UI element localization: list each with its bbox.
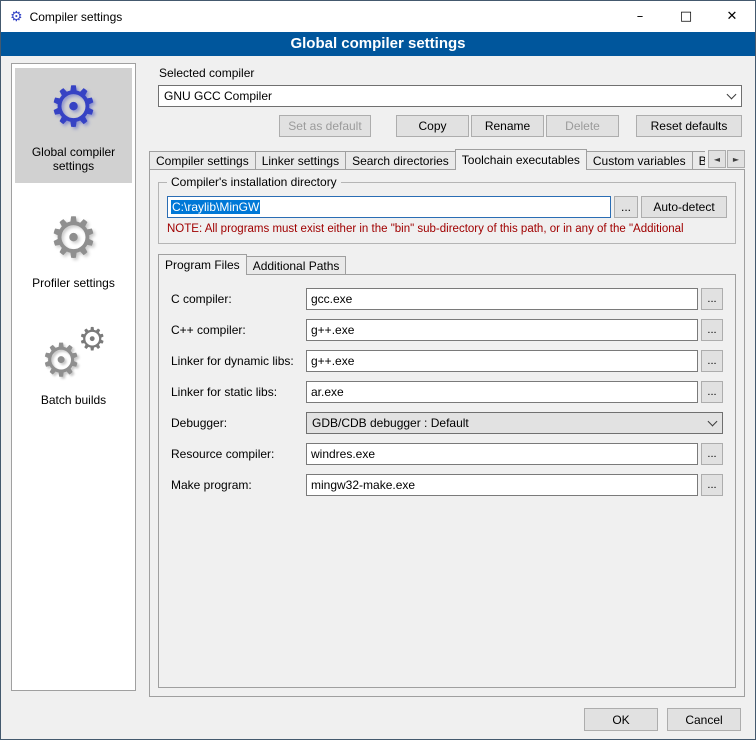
resource-compiler-row: Resource compiler: ... xyxy=(171,443,723,465)
sidebar-item-global-compiler-settings[interactable]: ⚙ Global compiler settings xyxy=(15,68,132,183)
chevron-down-icon xyxy=(708,416,718,426)
copy-button[interactable]: Copy xyxy=(396,115,469,137)
maximize-button[interactable]: □ xyxy=(663,1,709,32)
tab-build-options[interactable]: Buil xyxy=(692,151,705,170)
group-title: Compiler's installation directory xyxy=(167,175,341,189)
tab-bar: Compiler settings Linker settings Search… xyxy=(149,149,745,170)
tab-strip: Compiler settings Linker settings Search… xyxy=(149,149,705,170)
cpp-compiler-browse-button[interactable]: ... xyxy=(701,319,723,341)
global-compiler-gear-icon: ⚙ xyxy=(48,76,98,140)
field-label: Debugger: xyxy=(171,416,306,430)
field-label: Linker for dynamic libs: xyxy=(171,354,306,368)
set-as-default-button[interactable]: Set as default xyxy=(279,115,371,137)
debugger-dropdown[interactable]: GDB/CDB debugger : Default xyxy=(306,412,723,434)
resource-compiler-input[interactable] xyxy=(306,443,698,465)
c-compiler-row: C compiler: ... xyxy=(171,288,723,310)
selected-compiler-value: GNU GCC Compiler xyxy=(164,89,272,103)
install-dir-input[interactable]: C:\raylib\MinGW xyxy=(167,196,611,218)
cancel-button[interactable]: Cancel xyxy=(667,708,741,731)
delete-button[interactable]: Delete xyxy=(546,115,619,137)
sidebar-item-profiler-settings[interactable]: ⚙ Profiler settings xyxy=(15,199,132,300)
ok-button[interactable]: OK xyxy=(584,708,658,731)
make-program-browse-button[interactable]: ... xyxy=(701,474,723,496)
install-dir-row: C:\raylib\MinGW ... Auto-detect xyxy=(167,196,727,218)
rename-button[interactable]: Rename xyxy=(471,115,544,137)
cpp-compiler-input[interactable] xyxy=(306,319,698,341)
tab-scroll-arrows: ◄ ► xyxy=(707,150,745,168)
main-panel: Selected compiler GNU GCC Compiler Set a… xyxy=(149,63,745,697)
tab-custom-variables[interactable]: Custom variables xyxy=(586,151,693,170)
settings-category-sidebar: ⚙ Global compiler settings ⚙ Profiler se… xyxy=(11,63,136,691)
subtab-bar: Program Files Additional Paths xyxy=(158,254,744,275)
tab-compiler-settings[interactable]: Compiler settings xyxy=(149,151,256,170)
field-label: C++ compiler: xyxy=(171,323,306,337)
subtab-additional-paths[interactable]: Additional Paths xyxy=(246,256,347,275)
debugger-row: Debugger: GDB/CDB debugger : Default xyxy=(171,412,723,434)
static-linker-input[interactable] xyxy=(306,381,698,403)
toolchain-executables-panel: Compiler's installation directory C:\ray… xyxy=(149,169,745,697)
program-files-panel: C compiler: ... C++ compiler: ... Linker… xyxy=(158,274,736,688)
installation-directory-group: Compiler's installation directory C:\ray… xyxy=(158,182,736,244)
auto-detect-button[interactable]: Auto-detect xyxy=(641,196,727,218)
tab-scroll-left-button[interactable]: ◄ xyxy=(708,150,726,168)
dynamic-linker-browse-button[interactable]: ... xyxy=(701,350,723,372)
c-compiler-browse-button[interactable]: ... xyxy=(701,288,723,310)
cpp-compiler-row: C++ compiler: ... xyxy=(171,319,723,341)
field-label: C compiler: xyxy=(171,292,306,306)
field-label: Linker for static libs: xyxy=(171,385,306,399)
minimize-button[interactable]: – xyxy=(617,1,663,32)
static-linker-row: Linker for static libs: ... xyxy=(171,381,723,403)
resource-compiler-browse-button[interactable]: ... xyxy=(701,443,723,465)
window-controls: – □ ✕ xyxy=(617,1,755,32)
c-compiler-input[interactable] xyxy=(306,288,698,310)
make-program-input[interactable] xyxy=(306,474,698,496)
subtab-program-files[interactable]: Program Files xyxy=(158,254,247,275)
tab-linker-settings[interactable]: Linker settings xyxy=(255,151,346,170)
sidebar-item-label: Global compiler settings xyxy=(17,145,130,173)
make-program-row: Make program: ... xyxy=(171,474,723,496)
field-label: Make program: xyxy=(171,478,306,492)
dialog-footer: OK Cancel xyxy=(575,708,741,731)
install-dir-value: C:\raylib\MinGW xyxy=(171,200,260,214)
dynamic-linker-row: Linker for dynamic libs: ... xyxy=(171,350,723,372)
install-dir-browse-button[interactable]: ... xyxy=(614,196,638,218)
close-button[interactable]: ✕ xyxy=(709,1,755,32)
profiler-gear-icon: ⚙ xyxy=(48,207,98,271)
reset-defaults-button[interactable]: Reset defaults xyxy=(636,115,742,137)
tab-toolchain-executables[interactable]: Toolchain executables xyxy=(455,149,587,170)
selected-compiler-dropdown[interactable]: GNU GCC Compiler xyxy=(158,85,742,107)
dialog-header: Global compiler settings xyxy=(1,32,755,56)
batch-builds-gears-icon: ⚙⚙ xyxy=(39,324,109,388)
titlebar[interactable]: ⚙ Compiler settings – □ ✕ xyxy=(1,1,755,32)
app-gear-icon: ⚙ xyxy=(10,9,23,25)
sidebar-item-label: Batch builds xyxy=(41,393,106,407)
compiler-settings-window: ⚙ Compiler settings – □ ✕ Global compile… xyxy=(0,0,756,740)
sidebar-item-batch-builds[interactable]: ⚙⚙ Batch builds xyxy=(15,316,132,417)
compiler-actions: Set as default Copy Rename Delete Reset … xyxy=(149,115,742,137)
tab-search-directories[interactable]: Search directories xyxy=(345,151,456,170)
tab-scroll-right-button[interactable]: ► xyxy=(727,150,745,168)
chevron-down-icon xyxy=(727,89,737,99)
dynamic-linker-input[interactable] xyxy=(306,350,698,372)
sidebar-item-label: Profiler settings xyxy=(32,276,115,290)
debugger-value: GDB/CDB debugger : Default xyxy=(312,416,469,430)
note-text: NOTE: All programs must exist either in … xyxy=(167,223,727,235)
field-label: Resource compiler: xyxy=(171,447,306,461)
static-linker-browse-button[interactable]: ... xyxy=(701,381,723,403)
selected-compiler-label: Selected compiler xyxy=(159,66,745,80)
window-title: Compiler settings xyxy=(30,10,123,24)
